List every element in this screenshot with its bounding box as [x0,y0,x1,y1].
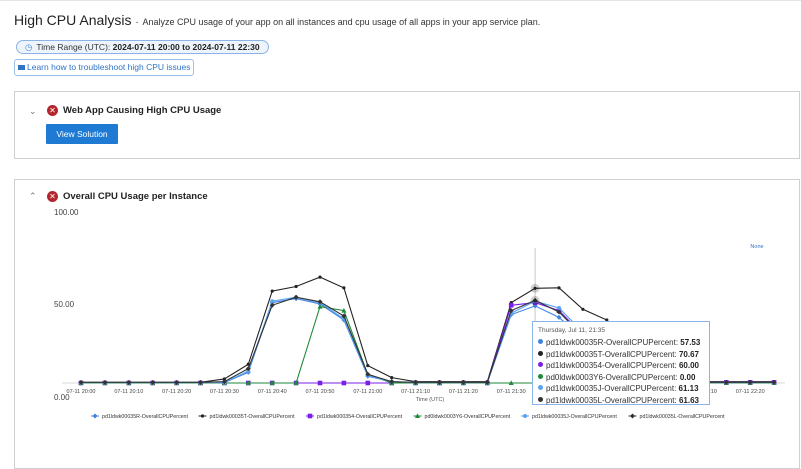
tooltip-row: pd1ldwk00035R-OverallCPUPercent: 57.53 [538,337,704,349]
x-tick-label: 07-11 21:20 [449,389,478,395]
legend-item[interactable]: pd1ldwk000354-OverallCPUPercent [306,413,403,420]
legend-item[interactable]: pd0ldwk0003Y6-OverallCPUPercent [413,413,511,420]
x-tick-label: 07-11 22:20 [736,389,765,395]
tooltip-series-value: 61.13 [678,384,699,393]
legend-marker [92,413,98,419]
data-point [342,286,346,290]
data-point [557,305,561,310]
tooltip-row: pd1ldwk00035L-OverallCPUPercent: 61.63 [538,395,704,407]
cpu-usage-panel: ⌃ ✕ Overall CPU Usage per Instance 100.0… [14,179,800,469]
tooltip-row: pd0ldwk0003Y6-OverallCPUPercent: 0.00 [538,372,704,384]
x-tick-label: 07-11 21:10 [401,389,430,395]
data-point [318,275,322,279]
reset-zoom-link[interactable]: None [750,244,763,250]
series-dot-icon [538,350,543,356]
data-point [294,284,298,289]
x-tick-label: 07-11 20:00 [67,389,96,395]
series-dot-icon [538,385,543,390]
x-tick-label: 07-11 20:50 [306,389,335,395]
data-point [581,307,585,311]
x-tick-label: 07-11 21:30 [497,389,526,395]
tooltip-series-name: pd1ldwk00035L-OverallCPUPercent: [546,395,679,405]
x-tick-label: 07-11 20:10 [114,389,143,395]
y-tick-label: 100.00 [54,208,79,217]
tooltip-series-name: pd1ldwk00035T-OverallCPUPercent: [546,349,679,359]
tooltip-series-name: pd1ldwk000354-OverallCPUPercent: [546,361,679,370]
data-point [365,380,371,386]
x-tick-label: 07-11 21:00 [353,389,382,395]
tooltip-row: pd1ldwk00035J-OverallCPUPercent: 61.13 [538,383,704,395]
tooltip-row: pd1ldwk000354-OverallCPUPercent: 60.00 [538,360,704,372]
tooltip-series-name: pd0ldwk0003Y6-OverallCPUPercent: [546,372,680,382]
legend-label: pd1ldwk00035J-OverallCPUPercent [532,414,617,420]
x-tick-label: 07-11 20:20 [162,389,191,395]
hover-halo [530,283,540,293]
legend-marker [630,413,635,419]
tooltip-series-value: 70.67 [678,349,699,359]
data-point [270,299,275,304]
tooltip-series-value: 60.00 [678,361,699,370]
legend-item[interactable]: pd1ldwk00035J-OverallCPUPercent [521,414,617,420]
tooltip-header: Thursday, Jul 11, 21:35 [538,327,605,334]
series-dot-icon [538,339,543,344]
tooltip-series-name: pd1ldwk00035R-OverallCPUPercent: [546,338,681,347]
x-axis-title: Time (UTC) [416,397,445,403]
hover-halo [530,295,540,305]
legend-label: pd0ldwk0003Y6-OverallCPUPercent [425,414,511,420]
data-point [390,376,394,380]
legend-marker [200,414,205,418]
tooltip-row: pd1ldwk00035T-OverallCPUPercent: 70.67 [538,349,704,361]
series-dot-icon [538,396,543,402]
tooltip-series-value: 61.63 [678,395,699,405]
legend-item[interactable]: pd1ldwk00035L-OverallCPUPercent [628,413,726,421]
legend-label: pd1ldwk00035T-OverallCPUPercent [210,414,296,420]
tooltip-series-value: 57.53 [680,338,701,347]
legend-marker [307,413,313,419]
data-point [366,363,370,368]
data-point [270,289,274,293]
legend-label: pd1ldwk000354-OverallCPUPercent [317,414,403,420]
data-point [508,302,514,308]
series-dot-icon [538,362,543,367]
data-point [341,380,347,386]
tooltip-series-name: pd1ldwk00035J-OverallCPUPercent: [546,384,679,393]
tooltip-series-value: 0.00 [679,372,696,382]
data-point [317,380,323,386]
legend-item[interactable]: pd1ldwk00035T-OverallCPUPercent [198,414,296,420]
x-tick-label: 07-11 20:30 [210,389,239,395]
y-tick-label: 50.00 [54,300,75,309]
x-tick-label: 07-11 20:40 [258,389,287,395]
chart-tooltip: Thursday, Jul 11, 21:35 pd1ldwk00035R-Ov… [532,321,710,405]
legend-label: pd1ldwk00035L-OverallCPUPercent [640,414,726,420]
data-point [557,286,561,290]
legend-label: pd1ldwk00035R-OverallCPUPercent [102,414,188,420]
legend-marker [523,414,527,418]
series-dot-icon [538,373,543,379]
legend-item[interactable]: pd1ldwk00035R-OverallCPUPercent [91,413,188,421]
